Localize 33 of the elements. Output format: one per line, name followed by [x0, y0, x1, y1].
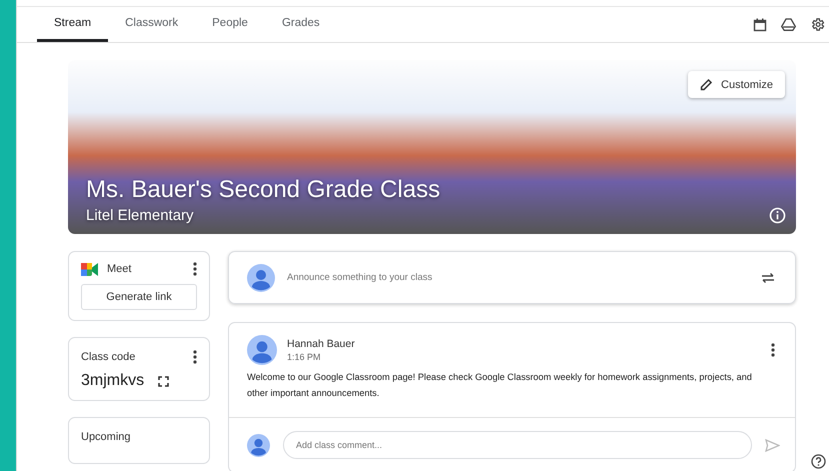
tab[interactable]: People — [195, 7, 265, 42]
announce-placeholder: Announce something to your class — [287, 272, 434, 283]
announce-card[interactable]: Announce something to your class — [228, 251, 796, 304]
post-time: 1:16 PM — [287, 352, 322, 362]
class-code: 3mjmkvs — [81, 372, 144, 390]
tab[interactable]: Grades — [264, 7, 337, 42]
avatar-icon — [247, 434, 270, 456]
meet-title: Meet — [107, 263, 132, 275]
settings-icon[interactable] — [810, 17, 825, 32]
calendar-icon[interactable] — [753, 18, 767, 32]
repost-icon[interactable] — [761, 270, 775, 284]
customize-button[interactable]: Customize — [688, 71, 785, 98]
avatar-icon — [247, 264, 275, 292]
class-code-label: Class code — [81, 351, 136, 363]
school-name: Litel Elementary — [86, 207, 195, 224]
video-camera-icon — [81, 262, 98, 276]
author-name: Hannah Bauer — [287, 338, 355, 350]
more-icon[interactable] — [193, 262, 197, 276]
pencil-icon — [700, 78, 714, 91]
generate-link-button[interactable]: Generate link — [81, 284, 197, 310]
post-text: Welcome to our Google Classroom page! Please check Google Classroom weekly for homework assignments, projects, and other important announcements. — [247, 371, 753, 400]
more-icon[interactable] — [193, 350, 197, 364]
info-icon[interactable] — [769, 207, 786, 224]
avatar-icon — [247, 335, 277, 365]
upcoming-title: Upcoming — [81, 431, 131, 443]
tab[interactable]: Stream — [37, 7, 108, 42]
more-icon[interactable] — [771, 343, 775, 357]
help-icon[interactable] — [811, 454, 826, 469]
comment-field[interactable]: Add class comment... — [283, 431, 752, 459]
triangle-icon[interactable] — [781, 18, 796, 31]
class-title: Ms. Bauer's Second Grade Class — [86, 176, 440, 204]
fullscreen-icon[interactable] — [158, 376, 170, 386]
tab[interactable]: Classwork — [108, 7, 196, 42]
